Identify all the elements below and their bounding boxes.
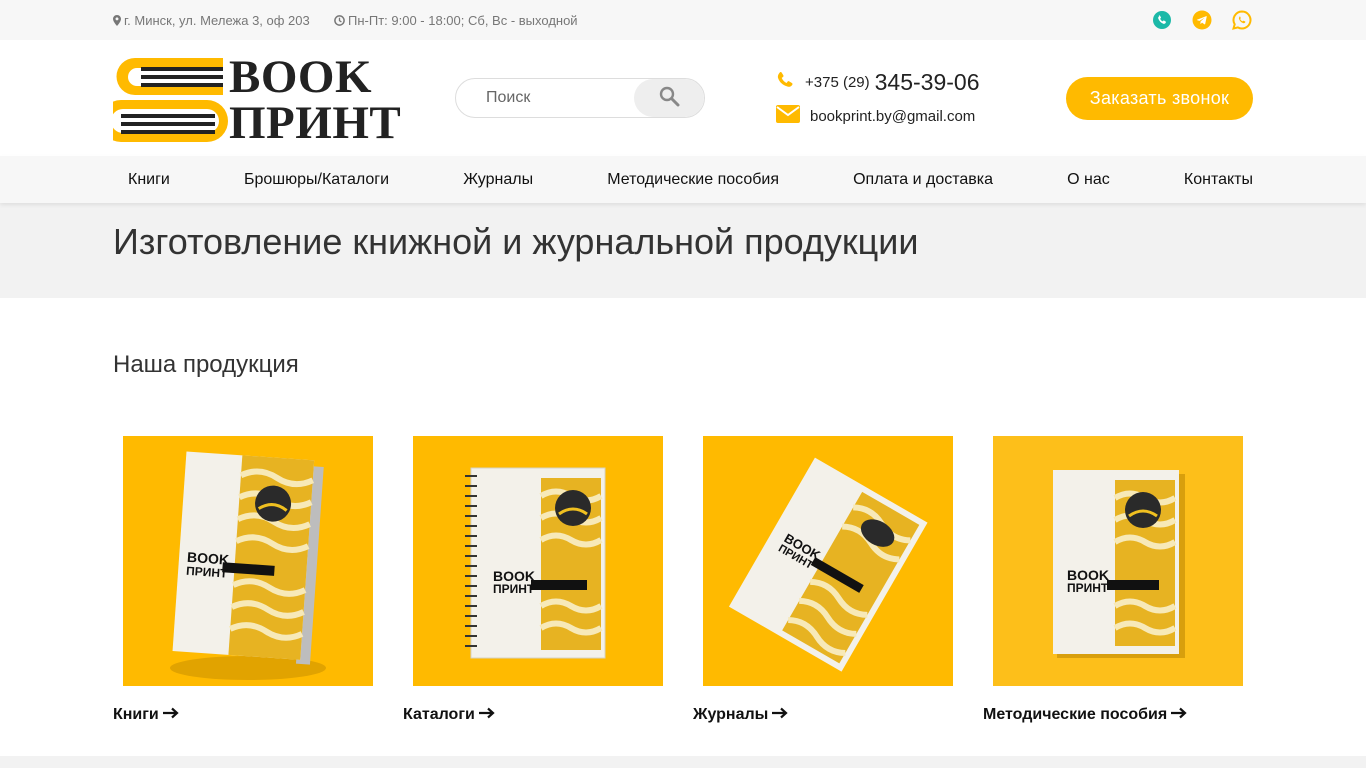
site-logo[interactable]: BOOK ПРИНТ [113, 51, 401, 147]
phone-icon [776, 71, 795, 94]
nav-item-about[interactable]: О нас [1067, 171, 1110, 189]
footer-strip [0, 756, 1366, 768]
mockup-text-print: ПРИНТ [186, 564, 229, 581]
phone-link[interactable]: 345-39-06 [875, 69, 980, 96]
top-bar: г. Минск, ул. Мележа 3, оф 203 Пн-Пт: 9:… [0, 0, 1366, 40]
book-stack-icon [113, 58, 228, 142]
hours-text: Пн-Пт: 9:00 - 18:00; Сб, Вс - выходной [348, 13, 578, 28]
page-title: Изготовление книжной и журнальной продук… [113, 221, 919, 262]
site-header: BOOK ПРИНТ +375 (29) 345-39-06 bookprint… [0, 40, 1366, 156]
logo-text-book: BOOK [229, 51, 373, 103]
product-link-books[interactable]: Книги [113, 706, 179, 724]
product-label-magazines: Журналы [693, 706, 769, 723]
page-banner: Изготовление книжной и журнальной продук… [0, 203, 1366, 298]
product-link-manuals[interactable]: Методические пособия [983, 706, 1187, 724]
contact-block: +375 (29) 345-39-06 bookprint.by@gmail.c… [776, 68, 980, 130]
whatsapp-icon[interactable] [1232, 10, 1252, 30]
phone-prefix: +375 (29) [805, 73, 870, 91]
product-label-catalogs: Каталоги [403, 706, 475, 723]
arrow-right-icon [162, 706, 179, 724]
product-label-books: Книги [113, 706, 159, 723]
arrow-right-icon [1171, 706, 1187, 724]
product-label-manuals: Методические пособия [983, 706, 1168, 723]
product-image-books[interactable]: BOOK ПРИНТ [123, 436, 373, 686]
telegram-icon[interactable] [1192, 10, 1212, 30]
search-input[interactable] [456, 79, 636, 117]
map-marker-icon [113, 14, 121, 29]
nav-item-payment-delivery[interactable]: Оплата и доставка [853, 171, 993, 189]
address-info: г. Минск, ул. Мележа 3, оф 203 [113, 13, 310, 29]
search-form [455, 78, 705, 118]
logo-text-print: ПРИНТ [229, 97, 402, 149]
product-image-catalogs[interactable]: BOOK ПРИНТ [413, 436, 663, 686]
product-card-magazines[interactable]: BOOK ПРИНТ Журналы [693, 436, 963, 736]
hours-info: Пн-Пт: 9:00 - 18:00; Сб, Вс - выходной [334, 13, 578, 29]
product-card-manuals[interactable]: BOOK ПРИНТ Методические пособия [983, 436, 1253, 736]
address-text: г. Минск, ул. Мележа 3, оф 203 [124, 13, 310, 28]
nav-item-brochures[interactable]: Брошюры/Каталоги [244, 171, 389, 189]
products-section-title: Наша продукция [113, 351, 299, 378]
email-link[interactable]: bookprint.by@gmail.com [810, 108, 975, 125]
mockup-text-print: ПРИНТ [493, 582, 535, 596]
clock-icon [334, 14, 345, 29]
main-nav: Книги Брошюры/Каталоги Журналы Методичес… [0, 156, 1366, 203]
product-image-magazines[interactable]: BOOK ПРИНТ [703, 436, 953, 686]
product-card-catalogs[interactable]: BOOK ПРИНТ Каталоги [403, 436, 673, 736]
product-link-magazines[interactable]: Журналы [693, 706, 788, 724]
request-call-button[interactable]: Заказать звонок [1066, 77, 1253, 120]
products-grid: BOOK ПРИНТ Книги BOOK ПРИНТ Каталоги BOO… [113, 436, 1253, 736]
search-button[interactable] [634, 79, 704, 117]
mockup-text-print: ПРИНТ [1067, 581, 1109, 595]
viber-icon[interactable] [1152, 10, 1172, 30]
product-card-books[interactable]: BOOK ПРИНТ Книги [113, 436, 383, 736]
nav-item-books[interactable]: Книги [128, 171, 170, 189]
nav-item-magazines[interactable]: Журналы [463, 171, 533, 189]
arrow-right-icon [478, 706, 495, 724]
product-link-catalogs[interactable]: Каталоги [403, 706, 495, 724]
arrow-right-icon [772, 706, 788, 724]
social-links [1152, 10, 1252, 30]
nav-item-manuals[interactable]: Методические пособия [607, 171, 779, 189]
search-icon [659, 86, 680, 111]
nav-item-contacts[interactable]: Контакты [1184, 171, 1253, 189]
product-image-manuals[interactable]: BOOK ПРИНТ [993, 436, 1243, 686]
envelope-icon [776, 105, 800, 127]
